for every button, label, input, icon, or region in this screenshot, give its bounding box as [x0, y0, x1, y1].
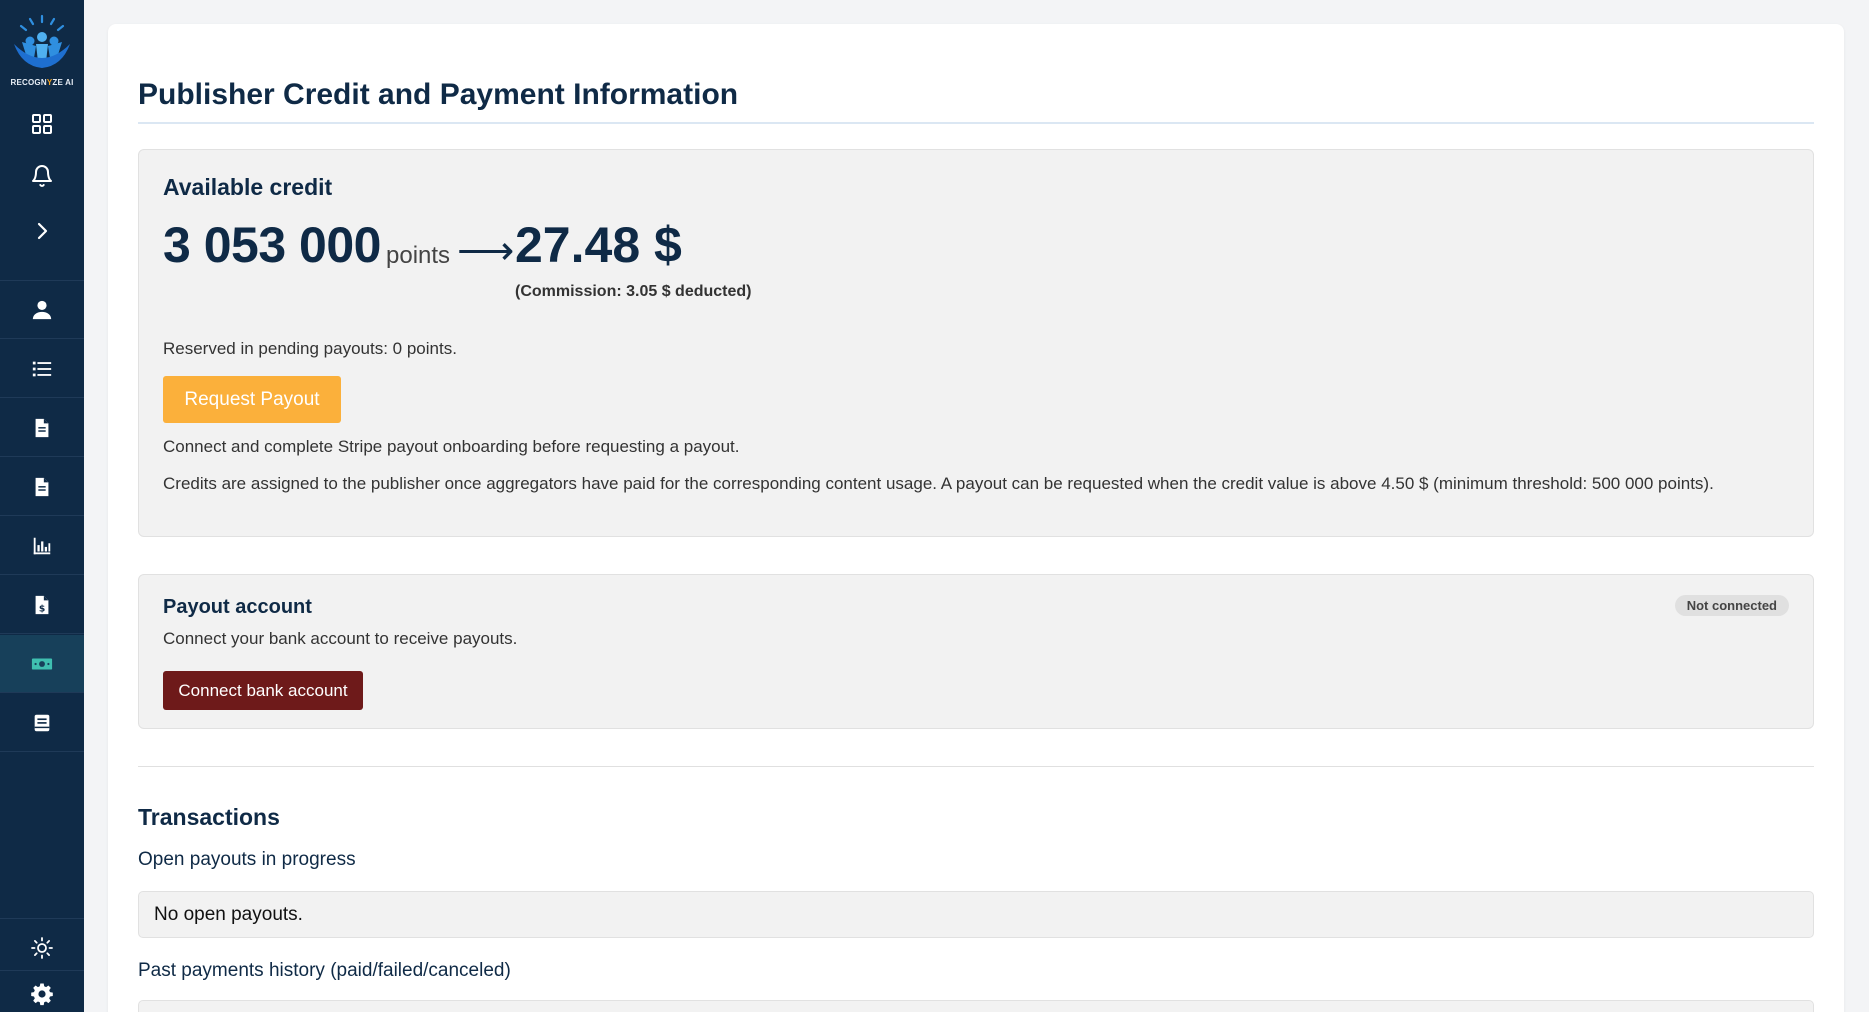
- sidebar-item-reports[interactable]: [0, 458, 84, 516]
- points-unit: points: [386, 242, 451, 269]
- nav-expand[interactable]: [0, 215, 84, 247]
- payout-account-description: Connect your bank account to receive pay…: [163, 629, 518, 648]
- conversion-arrow-icon: ⟶: [457, 229, 515, 273]
- nav-dashboard[interactable]: [0, 108, 84, 140]
- open-payouts-box: No open payouts.: [138, 891, 1814, 938]
- logo-text: RECOGNYZE AI: [10, 78, 74, 87]
- points-value: 3 053 000: [163, 217, 381, 273]
- sidebar-item-documents[interactable]: [0, 399, 84, 457]
- bar-chart-icon: [33, 537, 51, 554]
- payout-account-heading: Payout account: [163, 596, 312, 618]
- available-credit-heading: Available credit: [163, 174, 333, 200]
- open-payouts-empty: No open payouts.: [154, 904, 303, 925]
- dashboard-icon: [32, 114, 52, 134]
- svg-text:$: $: [39, 603, 45, 614]
- chevron-right-icon: [37, 222, 48, 240]
- list-icon: [32, 361, 52, 376]
- past-payments-heading: Past payments history (paid/failed/cance…: [138, 960, 511, 981]
- document-icon: [35, 477, 49, 496]
- section-divider: [138, 766, 1814, 767]
- sun-icon: [31, 937, 53, 959]
- sidebar-item-profile[interactable]: [0, 281, 84, 339]
- sidebar-divider: [0, 970, 84, 971]
- nav-notifications[interactable]: [0, 160, 84, 192]
- user-icon: [32, 300, 52, 319]
- sidebar-divider: [0, 918, 84, 919]
- money-bill-icon: [31, 658, 53, 669]
- credits-info-note: Credits are assigned to the publisher on…: [163, 474, 1714, 493]
- sidebar-item-list[interactable]: [0, 340, 84, 398]
- gear-icon: [31, 983, 53, 1006]
- transactions-heading: Transactions: [138, 804, 280, 830]
- invoice-dollar-icon: $: [35, 595, 49, 614]
- usd-value: 27.48 $: [515, 217, 682, 273]
- sidebar-item-analytics[interactable]: [0, 517, 84, 575]
- available-credit-panel: Available credit 3 053 000 points ⟶ 27.4…: [138, 149, 1814, 537]
- page-title: Publisher Credit and Payment Information: [138, 78, 739, 111]
- document-icon: [35, 418, 49, 437]
- payout-account-panel: Payout account Not connected Connect you…: [138, 574, 1814, 729]
- sidebar: RECOGNYZE AI $: [0, 0, 84, 1012]
- settings-button[interactable]: [0, 976, 84, 1012]
- sidebar-item-guides[interactable]: [0, 694, 84, 752]
- past-payments-box: [138, 1000, 1814, 1012]
- sidebar-item-invoices[interactable]: $: [0, 576, 84, 634]
- stripe-onboarding-note: Connect and complete Stripe payout onboa…: [163, 437, 740, 456]
- logo[interactable]: RECOGNYZE AI: [0, 14, 84, 87]
- book-icon: [34, 714, 50, 731]
- title-divider: [138, 122, 1814, 124]
- connect-bank-account-button[interactable]: Connect bank account: [163, 671, 363, 710]
- open-payouts-heading: Open payouts in progress: [138, 849, 356, 870]
- commission-note: (Commission: 3.05 $ deducted): [515, 283, 752, 300]
- sidebar-item-payments[interactable]: [0, 635, 84, 693]
- theme-toggle[interactable]: [0, 928, 84, 968]
- request-payout-button[interactable]: Request Payout: [163, 376, 341, 423]
- bell-icon: [32, 165, 52, 187]
- reserved-points: Reserved in pending payouts: 0 points.: [163, 339, 457, 358]
- logo-icon: [14, 14, 70, 68]
- status-badge: Not connected: [1674, 595, 1789, 616]
